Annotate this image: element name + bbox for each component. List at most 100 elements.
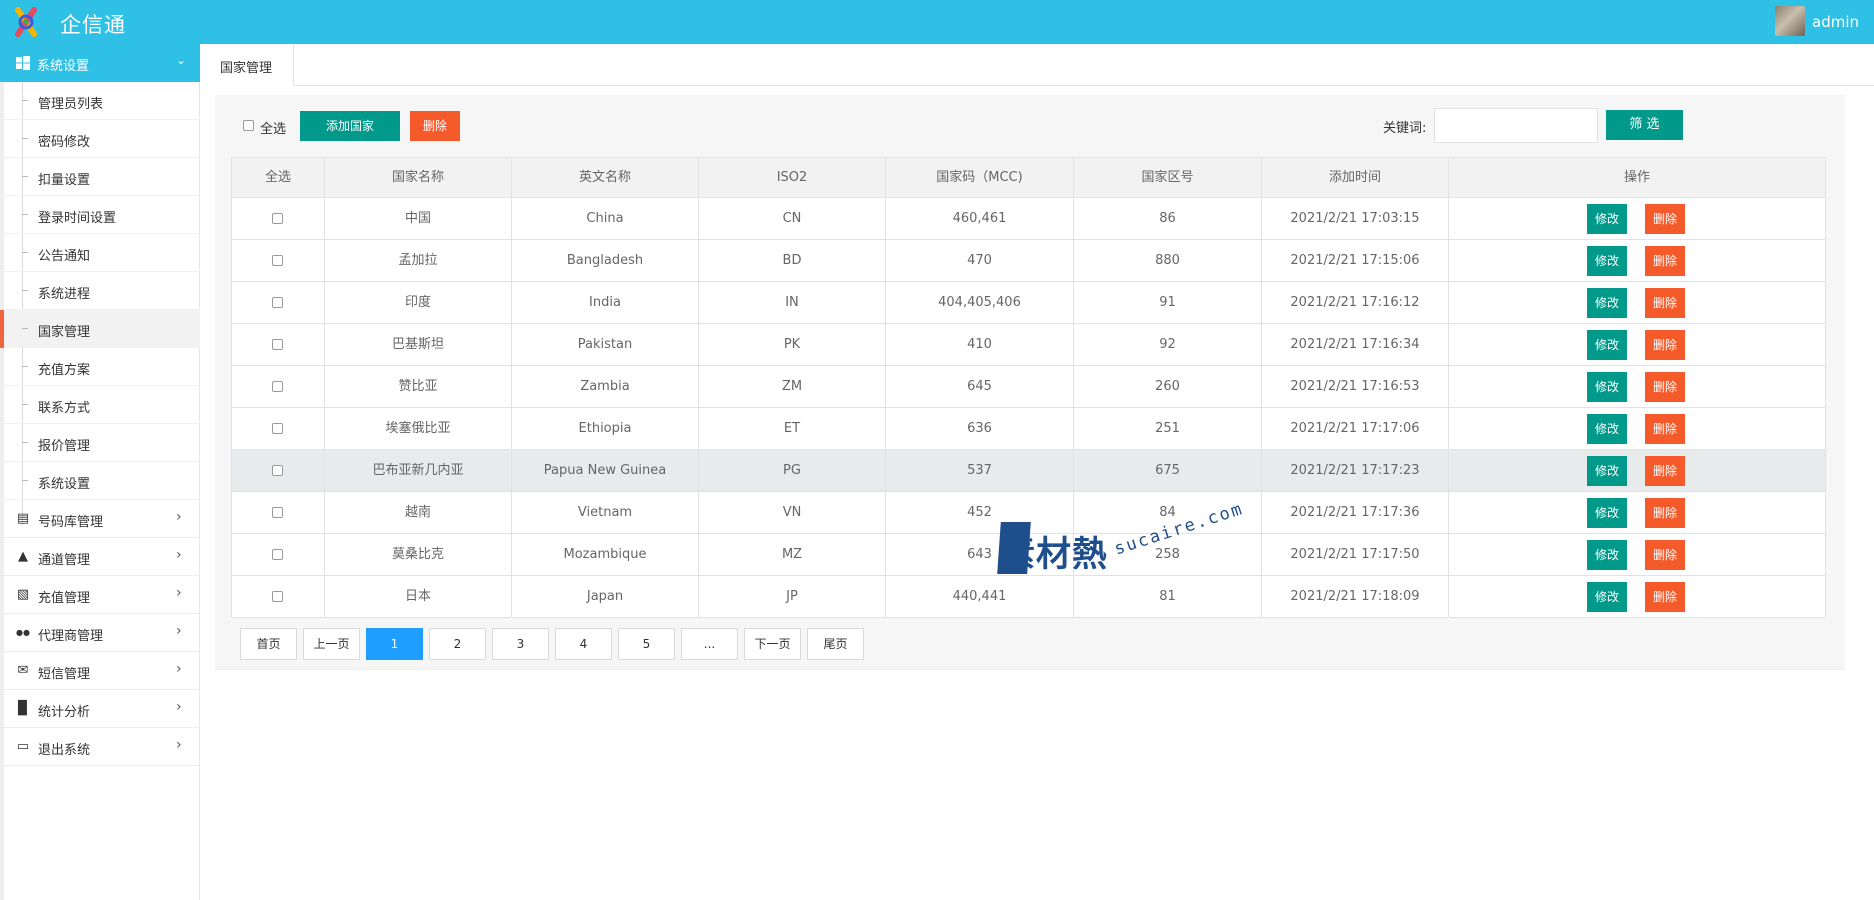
- sidebar-group[interactable]: ✉ 短信管理 ›: [0, 652, 200, 690]
- avatar[interactable]: [1775, 6, 1805, 36]
- monitor-icon: ▭: [16, 739, 30, 754]
- cell-iso2: IN: [699, 282, 886, 323]
- cell-iso2: ZM: [699, 366, 886, 407]
- sidebar-group[interactable]: ▲ 通道管理 ›: [0, 538, 200, 576]
- delete-button[interactable]: 删除: [1645, 288, 1685, 318]
- page-button[interactable]: 下一页: [744, 628, 801, 660]
- sidebar-subitem[interactable]: 系统进程: [0, 272, 200, 310]
- sidebar-subitem[interactable]: 密码修改: [0, 120, 200, 158]
- delete-button[interactable]: 删除: [1645, 498, 1685, 528]
- column-header: 国家码（MCC): [886, 158, 1074, 197]
- page-button[interactable]: 尾页: [807, 628, 864, 660]
- cell-code: 92: [1074, 324, 1262, 365]
- filter-button[interactable]: 筛 选: [1606, 110, 1683, 140]
- row-checkbox[interactable]: [272, 255, 283, 266]
- sidebar-group[interactable]: ▤ 号码库管理 ›: [0, 500, 200, 538]
- page-button[interactable]: 上一页: [303, 628, 360, 660]
- edit-button[interactable]: 修改: [1587, 372, 1627, 402]
- sidebar-subitem[interactable]: 管理员列表: [0, 82, 200, 120]
- edit-button[interactable]: 修改: [1587, 204, 1627, 234]
- user-name[interactable]: admin: [1812, 13, 1859, 31]
- sidebar-group[interactable]: ▧ 充值管理 ›: [0, 576, 200, 614]
- cell-time: 2021/2/21 17:16:53: [1262, 366, 1449, 407]
- sidebar-subitem[interactable]: 国家管理: [0, 310, 200, 348]
- delete-button[interactable]: 删除: [1645, 540, 1685, 570]
- delete-button[interactable]: 删除: [1645, 414, 1685, 444]
- delete-button[interactable]: 删除: [1645, 204, 1685, 234]
- cell-name: 中国: [325, 198, 512, 239]
- page-button[interactable]: 1: [366, 628, 423, 660]
- sitemap-icon: ▲: [18, 549, 28, 564]
- row-checkbox[interactable]: [272, 591, 283, 602]
- chevron-right-icon: ›: [176, 661, 182, 677]
- tree-connector: [22, 252, 28, 253]
- edit-button[interactable]: 修改: [1587, 456, 1627, 486]
- edit-button[interactable]: 修改: [1587, 288, 1627, 318]
- keyword-input[interactable]: [1434, 108, 1598, 143]
- cell-name: 日本: [325, 576, 512, 617]
- sidebar-group-system-settings[interactable]: 系统设置 ⌄: [0, 44, 200, 82]
- edit-button[interactable]: 修改: [1587, 540, 1627, 570]
- row-checkbox[interactable]: [272, 507, 283, 518]
- edit-button[interactable]: 修改: [1587, 246, 1627, 276]
- page-button[interactable]: ...: [681, 628, 738, 660]
- sidebar-subitem[interactable]: 联系方式: [0, 386, 200, 424]
- edit-button[interactable]: 修改: [1587, 330, 1627, 360]
- row-checkbox[interactable]: [272, 423, 283, 434]
- sidebar: 系统设置 ⌄ 管理员列表密码修改扣量设置 登录时间设置 公告通知 系统进程 国家管理 充值…: [0, 44, 200, 900]
- row-checkbox[interactable]: [272, 381, 283, 392]
- edit-button[interactable]: 修改: [1587, 498, 1627, 528]
- batch-delete-button[interactable]: 删除: [410, 111, 460, 141]
- row-checkbox[interactable]: [272, 297, 283, 308]
- row-checkbox[interactable]: [272, 339, 283, 350]
- cell-iso2: VN: [699, 492, 886, 533]
- delete-button[interactable]: 删除: [1645, 330, 1685, 360]
- row-select-cell: [232, 282, 325, 323]
- cell-en: Bangladesh: [512, 240, 699, 281]
- row-checkbox[interactable]: [272, 549, 283, 560]
- sidebar-subitem[interactable]: 报价管理: [0, 424, 200, 462]
- sidebar-group[interactable]: ▉ 统计分析 ›: [0, 690, 200, 728]
- row-checkbox[interactable]: [272, 465, 283, 476]
- sidebar-group-label: 系统设置: [37, 59, 90, 74]
- cell-time: 2021/2/21 17:17:06: [1262, 408, 1449, 449]
- row-select-cell: [232, 450, 325, 491]
- sidebar-subitem[interactable]: 系统设置: [0, 462, 200, 500]
- row-actions: 修改 删除: [1449, 366, 1825, 407]
- page-button[interactable]: 首页: [240, 628, 297, 660]
- edit-button[interactable]: 修改: [1587, 414, 1627, 444]
- delete-button[interactable]: 删除: [1645, 372, 1685, 402]
- cell-code: 880: [1074, 240, 1262, 281]
- table-row: 中国 China CN 460,461 86 2021/2/21 17:03:15 修改 删除: [232, 198, 1825, 240]
- cell-iso2: PG: [699, 450, 886, 491]
- add-country-button[interactable]: 添加国家: [300, 111, 400, 141]
- cell-time: 2021/2/21 17:16:12: [1262, 282, 1449, 323]
- sidebar-subitem[interactable]: 充值方案: [0, 348, 200, 386]
- page-button[interactable]: 5: [618, 628, 675, 660]
- page-button[interactable]: 4: [555, 628, 612, 660]
- sidebar-subitem-label: 系统设置: [38, 477, 91, 492]
- delete-button[interactable]: 删除: [1645, 582, 1685, 612]
- cell-name: 埃塞俄比亚: [325, 408, 512, 449]
- delete-button[interactable]: 删除: [1645, 456, 1685, 486]
- sidebar-subitem-label: 密码修改: [38, 135, 91, 150]
- edit-button[interactable]: 修改: [1587, 582, 1627, 612]
- page-button[interactable]: 2: [429, 628, 486, 660]
- select-all-checkbox[interactable]: [243, 120, 254, 131]
- sidebar-subitem[interactable]: 登录时间设置: [0, 196, 200, 234]
- tree-connector: [22, 214, 28, 215]
- cell-name: 巴布亚新几内亚: [325, 450, 512, 491]
- tab-country-management[interactable]: 国家管理: [200, 44, 294, 86]
- row-select-cell: [232, 576, 325, 617]
- page-button[interactable]: 3: [492, 628, 549, 660]
- sidebar-subitem[interactable]: 扣量设置: [0, 158, 200, 196]
- sidebar-group[interactable]: ●● 代理商管理 ›: [0, 614, 200, 652]
- sidebar-subitem[interactable]: 公告通知: [0, 234, 200, 272]
- table-row: 孟加拉 Bangladesh BD 470 880 2021/2/21 17:15:06 修…: [232, 240, 1825, 282]
- column-header[interactable]: 全选: [232, 158, 325, 197]
- table-row: 巴布亚新几内亚 Papua New Guinea PG 537 675 2021/2/21…: [232, 450, 1825, 492]
- sidebar-group[interactable]: ▭ 退出系统 ›: [0, 728, 200, 766]
- cell-en: Papua New Guinea: [512, 450, 699, 491]
- delete-button[interactable]: 删除: [1645, 246, 1685, 276]
- row-checkbox[interactable]: [272, 213, 283, 224]
